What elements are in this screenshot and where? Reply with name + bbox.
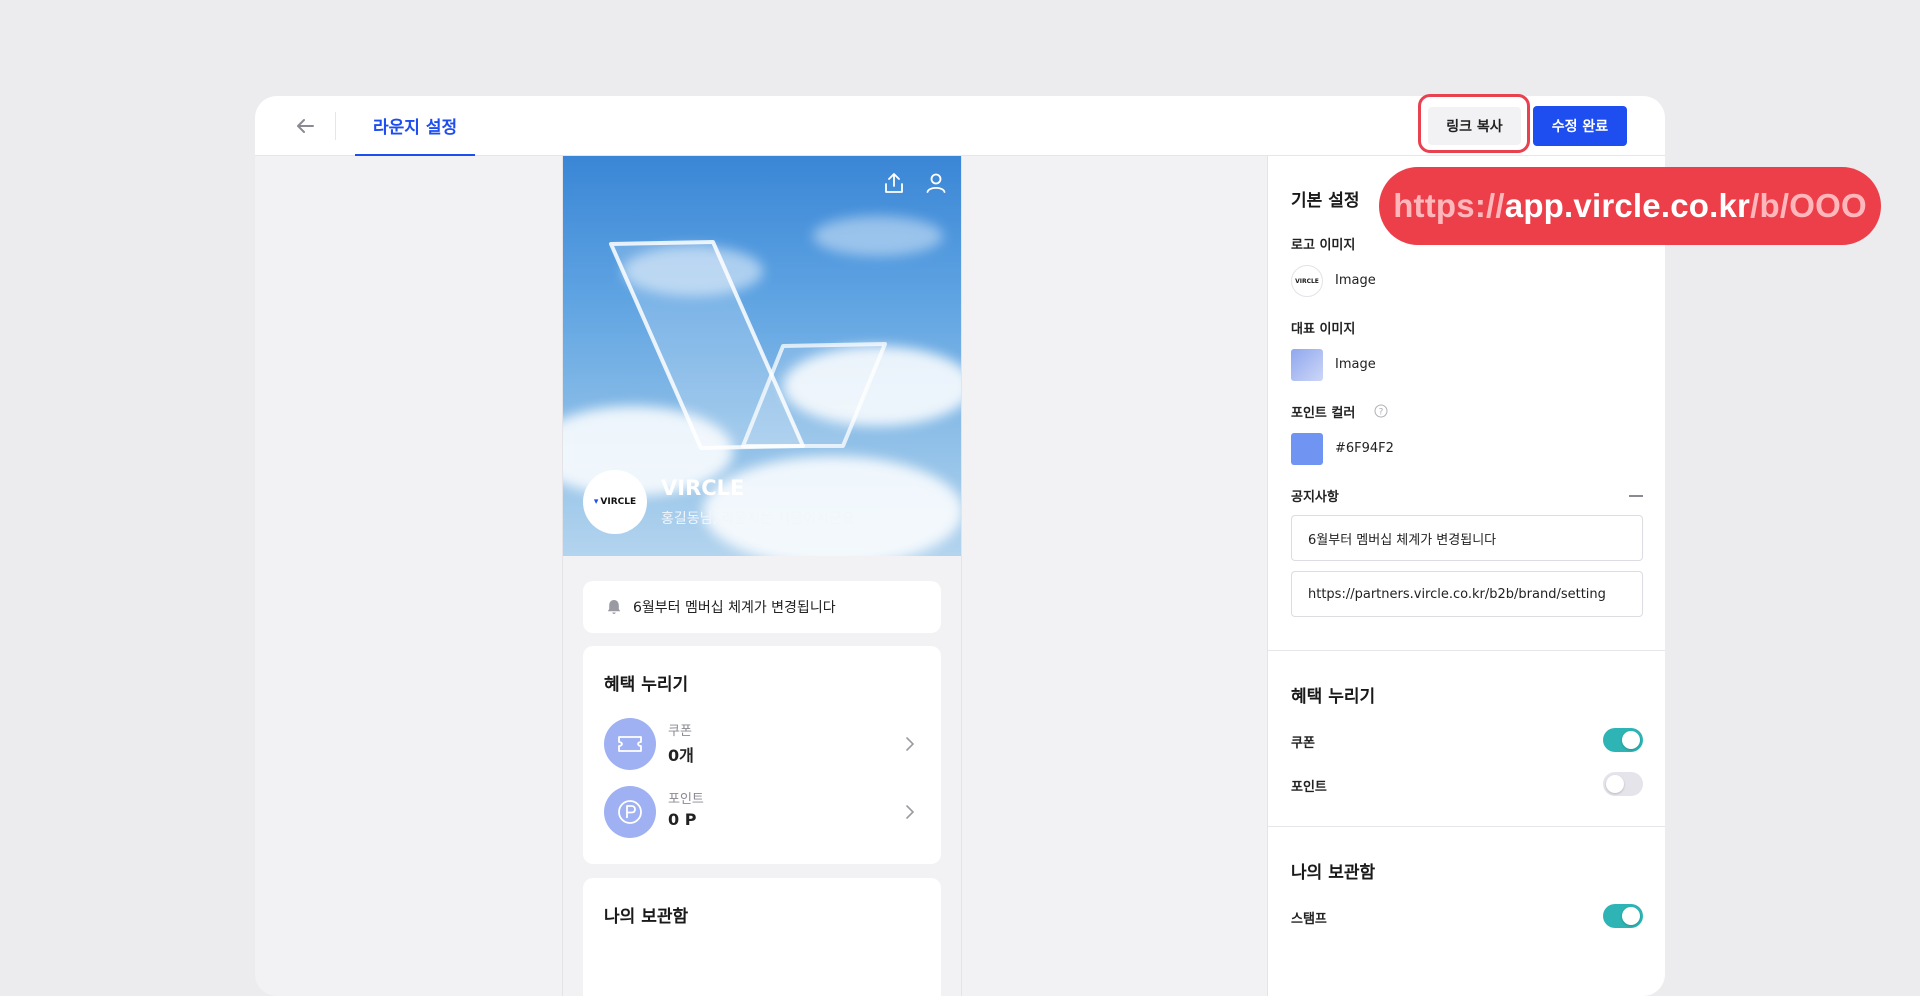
tab-lounge-settings[interactable]: 라운지 설정 <box>355 96 476 156</box>
stamp-toggle[interactable] <box>1603 904 1643 928</box>
point-toggle[interactable] <box>1603 772 1643 796</box>
coupon-toggle[interactable] <box>1603 728 1643 752</box>
chevron-right-icon <box>906 737 915 751</box>
benefits-title: 혜택 누리기 <box>604 675 689 695</box>
copy-link-button[interactable]: 링크 복사 <box>1428 107 1521 145</box>
toggle-knob <box>1622 731 1640 749</box>
url-path: /b/ <box>1750 187 1790 224</box>
point-label: 포인트 <box>668 792 704 807</box>
toggle-knob <box>1606 775 1624 793</box>
stamp-toggle-label: 스탬프 <box>1291 912 1327 927</box>
coupon-label: 쿠폰 <box>668 724 692 739</box>
logo-thumb-text: VIRCLE <box>1295 277 1319 285</box>
coupon-row[interactable]: 쿠폰 0개 <box>604 718 924 772</box>
chevron-right-icon <box>906 805 915 819</box>
notice-text-input[interactable]: 6월부터 멤버십 체계가 변경됩니다 <box>1291 515 1643 561</box>
mobile-preview: ▾ VIRCLE VIRCLE 홍길동님, 라운지는 처음이시군요 6월부터 멤버… <box>562 156 962 996</box>
coupon-toggle-label: 쿠폰 <box>1291 736 1315 751</box>
logo-image-label: 로고 이미지 <box>1291 238 1356 253</box>
benefits-card: 혜택 누리기 쿠폰 0개 포인트 0 P <box>583 646 941 864</box>
coupon-value: 0개 <box>668 746 694 765</box>
notice-card[interactable]: 6월부터 멤버십 체계가 변경됩니다 <box>583 581 941 633</box>
url-callout: https://app.vircle.co.kr/b/OOO <box>1379 167 1881 245</box>
logo-text: VIRCLE <box>600 497 637 507</box>
user-icon[interactable] <box>923 170 949 196</box>
logo-image-value: Image <box>1335 273 1376 288</box>
cover-image-label: 대표 이미지 <box>1291 322 1356 337</box>
divider <box>1268 826 1665 827</box>
point-color-label: 포인트 컬러 <box>1291 406 1356 421</box>
vault-card: 나의 보관함 <box>583 878 941 996</box>
divider <box>1268 650 1665 651</box>
done-button[interactable]: 수정 완료 <box>1533 106 1627 146</box>
cover-image-value: Image <box>1335 357 1376 372</box>
logo-mark-icon: ▾ <box>593 497 599 507</box>
point-toggle-label: 포인트 <box>1291 780 1327 795</box>
point-icon <box>604 786 656 838</box>
divider <box>335 112 336 140</box>
notice-label: 공지사항 <box>1291 490 1339 505</box>
coupon-icon <box>604 718 656 770</box>
point-value: 0 P <box>668 810 697 829</box>
top-bar: 라운지 설정 링크 복사 수정 완료 <box>255 96 1665 156</box>
logo-image-thumbnail[interactable]: VIRCLE <box>1291 265 1323 297</box>
svg-text:?: ? <box>1379 408 1384 418</box>
glass-v-logo <box>609 240 887 450</box>
basic-settings-title: 기본 설정 <box>1291 191 1360 211</box>
settings-panel: 기본 설정 로고 이미지 VIRCLE Image 대표 이미지 Image 포… <box>1267 156 1665 996</box>
benefits-settings-title: 혜택 누리기 <box>1291 687 1376 707</box>
brand-logo: ▾ VIRCLE <box>583 470 647 534</box>
share-icon[interactable] <box>881 170 907 196</box>
notice-url-input[interactable]: https://partners.vircle.co.kr/b2b/brand/… <box>1291 571 1643 617</box>
url-host: app.vircle.co.kr <box>1504 187 1751 224</box>
url-slug: OOO <box>1789 187 1867 224</box>
back-arrow-icon[interactable] <box>291 112 319 140</box>
help-icon[interactable]: ? <box>1374 404 1388 418</box>
point-color-value: #6F94F2 <box>1335 441 1394 456</box>
brand-name: VIRCLE <box>661 476 745 500</box>
collapse-icon[interactable] <box>1629 495 1643 497</box>
point-row[interactable]: 포인트 0 P <box>604 786 924 840</box>
vault-title: 나의 보관함 <box>604 907 689 927</box>
bell-icon <box>607 600 621 614</box>
notice-text: 6월부터 멤버십 체계가 변경됩니다 <box>633 600 836 616</box>
point-color-swatch[interactable] <box>1291 433 1323 465</box>
cover-image: ▾ VIRCLE VIRCLE 홍길동님, 라운지는 처음이시군요 <box>563 156 961 556</box>
cover-image-thumbnail[interactable] <box>1291 349 1323 381</box>
url-protocol: https:// <box>1393 187 1505 224</box>
greeting-text: 홍길동님, 라운지는 처음이시군요 <box>661 511 855 527</box>
vault-settings-title: 나의 보관함 <box>1291 863 1376 883</box>
toggle-knob <box>1622 907 1640 925</box>
